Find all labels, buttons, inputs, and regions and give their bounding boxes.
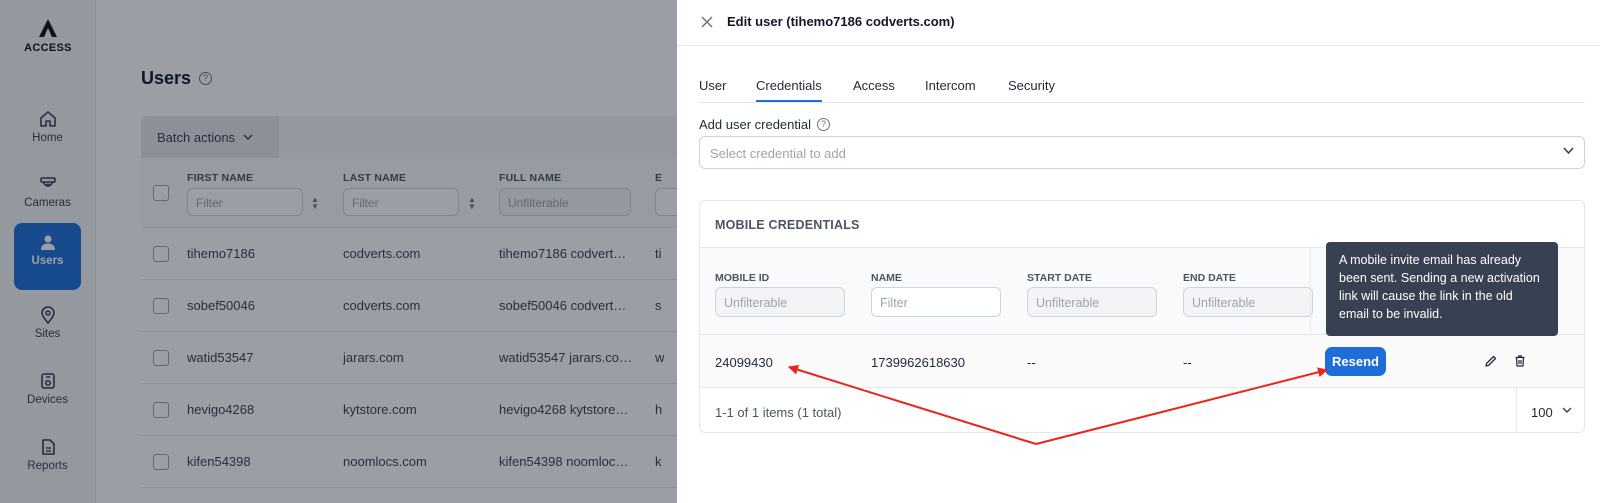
annotation-arrow xyxy=(1035,367,1328,445)
annotation-arrow xyxy=(788,364,1037,445)
annotation-arrows xyxy=(788,364,1328,445)
